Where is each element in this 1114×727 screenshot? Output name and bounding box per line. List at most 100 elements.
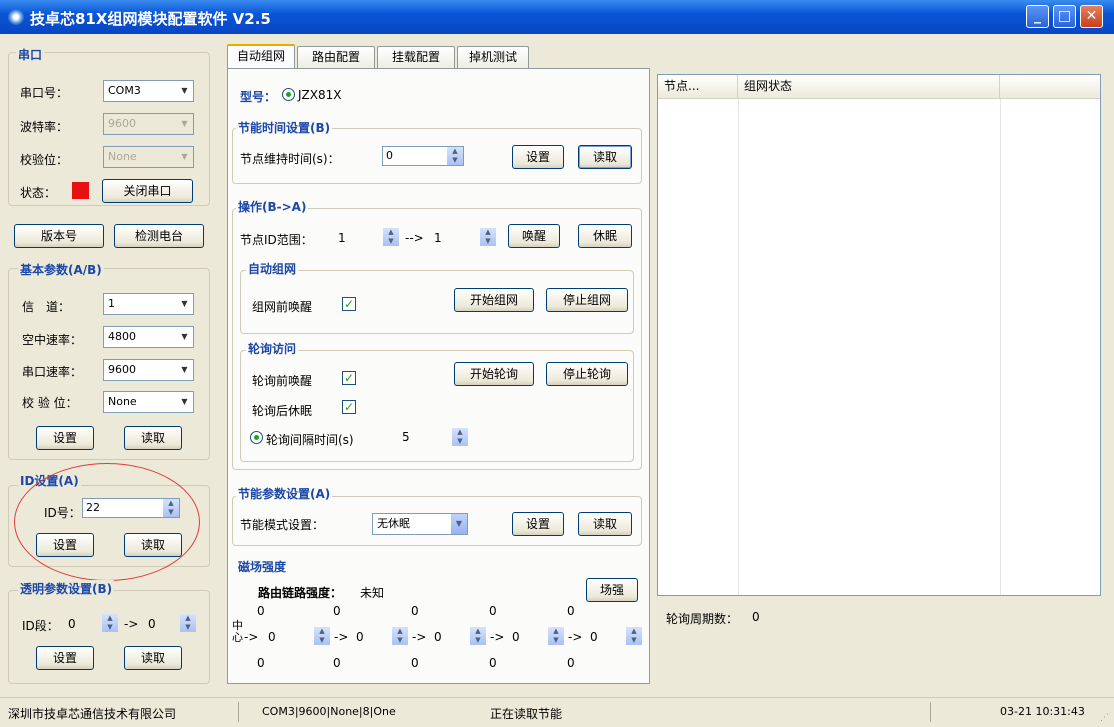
spinner-icon[interactable]: ▲ ▼ bbox=[470, 627, 486, 645]
spinner-icon[interactable]: ▲ ▼ bbox=[383, 228, 399, 246]
node-range-to-stepper[interactable]: ▲ ▼ bbox=[478, 228, 496, 248]
app-icon bbox=[8, 9, 24, 25]
id-range-from-value: 0 bbox=[68, 617, 76, 631]
poll-count-label: 轮询周期数： bbox=[666, 612, 739, 626]
channel-select[interactable]: 1 ▼ bbox=[103, 293, 194, 315]
detect-radio-button[interactable]: 检测电台 bbox=[114, 224, 204, 248]
wake-before-network-checkbox[interactable]: ✓ bbox=[342, 297, 356, 311]
id-value: 22 bbox=[86, 501, 100, 514]
air-rate-value: 4800 bbox=[108, 330, 136, 343]
poll-interval-stepper[interactable]: ▲ ▼ bbox=[450, 428, 468, 448]
close-button[interactable]: ✕ bbox=[1080, 5, 1103, 28]
minimize-button[interactable]: _ bbox=[1026, 5, 1049, 28]
hop-value-5: 0 bbox=[590, 630, 598, 644]
node-list-header: 节点... 组网状态 bbox=[658, 75, 1100, 99]
chevron-down-icon: ▼ bbox=[176, 392, 193, 412]
basic-parity-select[interactable]: None ▼ bbox=[103, 391, 194, 413]
basic-set-button[interactable]: 设置 bbox=[36, 426, 94, 450]
transparent-set-button[interactable]: 设置 bbox=[36, 646, 94, 670]
basic-params-title: 基本参数(A/B) bbox=[18, 261, 104, 278]
tab-route-config[interactable]: 路由配置 bbox=[297, 46, 375, 68]
spinner-icon[interactable]: ▲ ▼ bbox=[102, 614, 118, 632]
version-button[interactable]: 版本号 bbox=[14, 224, 104, 248]
hop-stepper-4[interactable]: ▲ ▼ bbox=[546, 627, 564, 647]
hold-time-stepper[interactable]: 0 ▲ ▼ bbox=[382, 146, 464, 166]
resize-grip-icon[interactable]: ⋰ bbox=[1100, 713, 1112, 725]
tab-drop-test[interactable]: 掉机测试 bbox=[457, 46, 529, 68]
start-poll-button[interactable]: 开始轮询 bbox=[454, 362, 534, 386]
spinner-icon[interactable]: ▲ ▼ bbox=[452, 428, 468, 446]
column-header-status[interactable]: 组网状态 bbox=[738, 75, 1000, 98]
serial-rate-label: 串口速率： bbox=[22, 365, 83, 379]
spinner-icon[interactable]: ▲ ▼ bbox=[447, 147, 463, 165]
id-set-button[interactable]: 设置 bbox=[36, 533, 94, 557]
hop-stepper-3[interactable]: ▲ ▼ bbox=[468, 627, 486, 647]
energy-params-read-button[interactable]: 读取 bbox=[578, 512, 632, 536]
transparent-read-button[interactable]: 读取 bbox=[124, 646, 182, 670]
chevron-down-icon: ▼ bbox=[176, 360, 193, 380]
tab-mount-config[interactable]: 挂载配置 bbox=[377, 46, 455, 68]
serial-rate-select[interactable]: 9600 ▼ bbox=[103, 359, 194, 381]
spinner-icon[interactable]: ▲ ▼ bbox=[392, 627, 408, 645]
column-header-node[interactable]: 节点... bbox=[658, 75, 738, 98]
parity-select[interactable]: None ▼ bbox=[103, 146, 194, 168]
route-strength-value: 未知 bbox=[360, 586, 385, 600]
spinner-icon[interactable]: ▲ ▼ bbox=[314, 627, 330, 645]
model-radio[interactable] bbox=[282, 88, 295, 101]
spinner-icon[interactable]: ▲ ▼ bbox=[626, 627, 642, 645]
energy-time-read-button[interactable]: 读取 bbox=[578, 145, 632, 169]
field-strength-title: 磁场强度 bbox=[236, 558, 289, 575]
spinner-icon[interactable]: ▲ ▼ bbox=[180, 614, 196, 632]
hop-value-1: 0 bbox=[268, 630, 276, 644]
port-select[interactable]: COM3 ▼ bbox=[103, 80, 194, 102]
air-rate-select[interactable]: 4800 ▼ bbox=[103, 326, 194, 348]
poll-interval-value: 5 bbox=[402, 430, 410, 444]
hop-stepper-2[interactable]: ▲ ▼ bbox=[390, 627, 408, 647]
hop-stepper-1[interactable]: ▲ ▼ bbox=[312, 627, 330, 647]
sleep-after-poll-checkbox[interactable]: ✓ bbox=[342, 400, 356, 414]
energy-params-set-button[interactable]: 设置 bbox=[512, 512, 564, 536]
poll-title: 轮询访问 bbox=[246, 340, 299, 357]
close-port-button[interactable]: 关闭串口 bbox=[102, 179, 193, 203]
energy-time-set-button[interactable]: 设置 bbox=[512, 145, 564, 169]
air-rate-label: 空中速率： bbox=[22, 333, 83, 347]
id-read-button[interactable]: 读取 bbox=[124, 533, 182, 557]
poll-interval-radio[interactable] bbox=[250, 431, 263, 444]
spinner-icon[interactable]: ▲ ▼ bbox=[163, 499, 179, 517]
node-list[interactable]: 节点... 组网状态 bbox=[657, 74, 1101, 596]
bottom-value-5: 0 bbox=[567, 656, 575, 670]
stop-network-button[interactable]: 停止组网 bbox=[546, 288, 628, 312]
spinner-icon[interactable]: ▲ ▼ bbox=[548, 627, 564, 645]
poll-interval-label: 轮询间隔时间(s) bbox=[266, 433, 354, 447]
node-range-from-stepper[interactable]: ▲ ▼ bbox=[381, 228, 399, 248]
hop-stepper-5[interactable]: ▲ ▼ bbox=[624, 627, 642, 647]
wake-before-poll-checkbox[interactable]: ✓ bbox=[342, 371, 356, 385]
status-separator bbox=[238, 702, 239, 722]
start-network-button[interactable]: 开始组网 bbox=[454, 288, 534, 312]
channel-label: 信 道： bbox=[22, 300, 71, 314]
channel-value: 1 bbox=[108, 297, 115, 310]
transparent-title: 透明参数设置(B) bbox=[18, 580, 115, 597]
id-range-arrow: -> bbox=[124, 617, 139, 631]
top-value-3: 0 bbox=[411, 604, 419, 618]
field-strength-button[interactable]: 场强 bbox=[586, 578, 638, 602]
basic-read-button[interactable]: 读取 bbox=[124, 426, 182, 450]
stop-poll-button[interactable]: 停止轮询 bbox=[546, 362, 628, 386]
port-label: 串口号： bbox=[20, 86, 69, 100]
hold-time-label: 节点维持时间(s)： bbox=[240, 152, 340, 166]
energy-params-title: 节能参数设置(A) bbox=[236, 485, 333, 502]
id-stepper[interactable]: 22 ▲ ▼ bbox=[82, 498, 180, 518]
center-label: 中心 bbox=[232, 619, 243, 644]
spinner-icon[interactable]: ▲ ▼ bbox=[480, 228, 496, 246]
sleep-button[interactable]: 休眠 bbox=[578, 224, 632, 248]
status-message: 正在读取节能 bbox=[490, 707, 563, 721]
wake-button[interactable]: 唤醒 bbox=[508, 224, 560, 248]
id-label: ID号： bbox=[44, 506, 81, 520]
tab-auto-network[interactable]: 自动组网 bbox=[227, 44, 295, 68]
baud-select[interactable]: 9600 ▼ bbox=[103, 113, 194, 135]
energy-mode-select[interactable]: 无休眠 ▼ bbox=[372, 513, 468, 535]
id-range-to-stepper[interactable]: ▲ ▼ bbox=[178, 614, 196, 634]
id-range-from-stepper[interactable]: ▲ ▼ bbox=[100, 614, 118, 634]
maximize-button[interactable]: □ bbox=[1053, 5, 1076, 28]
title-bar[interactable]: 技卓芯81X组网模块配置软件 V2.5 _ □ ✕ bbox=[0, 0, 1114, 34]
